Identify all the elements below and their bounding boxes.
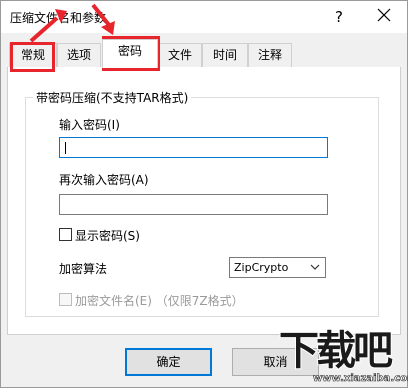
ok-button[interactable]: 确定 bbox=[125, 348, 212, 376]
chevron-down-icon bbox=[310, 264, 320, 270]
encryption-method-label: 加密算法 bbox=[59, 262, 108, 276]
password-input[interactable] bbox=[59, 137, 328, 158]
tab-password[interactable]: 密码 bbox=[102, 39, 158, 68]
confirm-password-input[interactable] bbox=[59, 194, 328, 215]
annotation-arrows bbox=[29, 3, 115, 43]
confirm-password-label: 再次输入密码(A) bbox=[59, 173, 149, 187]
show-password-label[interactable]: 显示密码(S) bbox=[75, 227, 140, 244]
encrypt-filenames-checkbox[interactable] bbox=[59, 293, 72, 306]
dialog-window: 压缩文件名和参数 ? 常规 选项 密码 文件 时间 注释 带密码压缩(不支持TA… bbox=[0, 0, 408, 388]
text-caret bbox=[65, 142, 66, 154]
password-label: 输入密码(I) bbox=[59, 118, 120, 132]
watermark-url: www.xiazaiba.com bbox=[313, 373, 408, 385]
watermark-logo: 下载吧 bbox=[278, 328, 394, 374]
show-password-checkbox[interactable] bbox=[59, 228, 72, 241]
site-watermark: 下载吧 www.xiazaiba.com bbox=[271, 328, 408, 388]
password-group-title: 带密码压缩(不支持TAR格式) bbox=[33, 89, 192, 106]
encrypt-filenames-label: 加密文件名(E) （仅限7Z格式） bbox=[75, 294, 244, 308]
encryption-method-select[interactable]: ZipCrypto bbox=[229, 257, 326, 278]
encryption-method-value: ZipCrypto bbox=[234, 261, 289, 274]
